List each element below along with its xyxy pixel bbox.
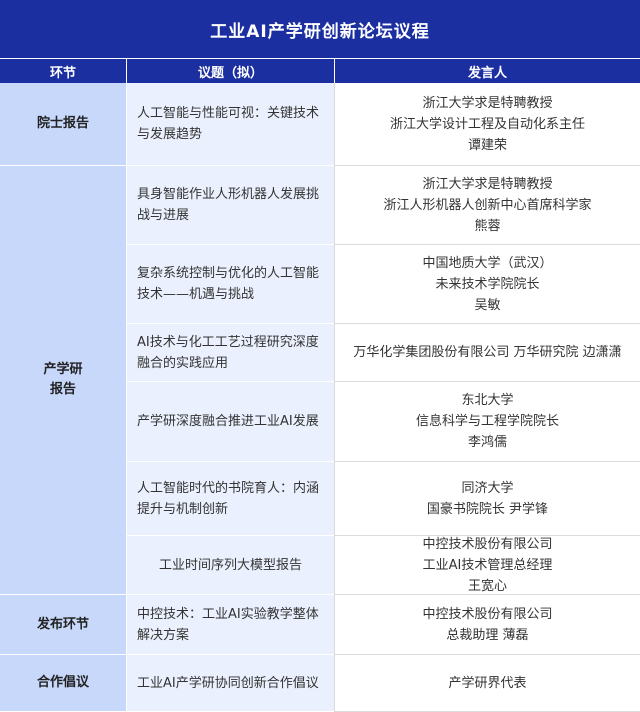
speaker-line: 王宽心 xyxy=(467,578,507,594)
topic-cell: 复杂系统控制与优化的人工智能技术——机遇与挑战 xyxy=(126,245,334,324)
speaker-line: 万华化学集团股份有限公司 万华研究院 边潇潇 xyxy=(353,345,622,360)
speaker-cell: 中控技术股份有限公司 工业AI技术管理总经理 王宽心 xyxy=(334,536,640,595)
agenda-table: 院士报告 产学研 报告 发布环节 合作倡议 人工智能与性能可视：关键技术与发展趋… xyxy=(0,83,640,712)
speaker-line: 同济大学 xyxy=(461,480,514,496)
topic-cell: 工业AI产学研协同创新合作倡议 xyxy=(126,655,334,712)
speaker-line: 谭建荣 xyxy=(467,137,507,153)
stage-academician-report: 院士报告 xyxy=(0,83,126,166)
speaker-cell: 中国地质大学（武汉） 未来技术学院院长 吴敏 xyxy=(334,245,640,324)
header-topic: 议题（拟） xyxy=(126,59,334,83)
speaker-line: 浙江人形机器人创新中心首席科学家 xyxy=(383,197,592,213)
speaker-line: 东北大学 xyxy=(461,393,514,408)
topic-cell: 工业时间序列大模型报告 xyxy=(126,536,334,595)
header-speaker: 发言人 xyxy=(334,59,640,83)
speaker-cell: 产学研界代表 xyxy=(334,655,640,712)
topic-cell: 人工智能与性能可视：关键技术与发展趋势 xyxy=(126,83,334,166)
speaker-cell: 浙江大学求是特聘教授 浙江大学设计工程及自动化系主任 谭建荣 xyxy=(334,83,640,166)
speaker-line: 李鸿儒 xyxy=(467,435,507,450)
speaker-line: 产学研界代表 xyxy=(448,675,527,691)
speaker-cell: 中控技术股份有限公司 总裁助理 薄磊 xyxy=(334,595,640,655)
speaker-line: 总裁助理 薄磊 xyxy=(446,627,529,643)
speaker-cell: 东北大学 信息科学与工程学院院长 李鸿儒 xyxy=(334,382,640,462)
speaker-line: 国豪书院院长 尹学锋 xyxy=(426,501,549,517)
speaker-line: 熊蓉 xyxy=(474,218,501,234)
speaker-line: 中控技术股份有限公司 xyxy=(422,606,553,622)
topic-cell: 人工智能时代的书院育人：内涵提升与机制创新 xyxy=(126,462,334,536)
stage-release: 发布环节 xyxy=(0,595,126,655)
page-title-bar: 工业AI产学研创新论坛议程 xyxy=(0,0,640,58)
stage-label: 院士报告 xyxy=(36,116,89,131)
speaker-column: 浙江大学求是特聘教授 浙江大学设计工程及自动化系主任 谭建荣 浙江大学求是特聘教… xyxy=(334,83,640,712)
topic-cell: 具身智能作业人形机器人发展挑战与进展 xyxy=(126,166,334,245)
stage-label: 产学研 xyxy=(43,362,83,377)
speaker-line: 工业AI技术管理总经理 xyxy=(422,557,553,573)
speaker-line: 未来技术学院院长 xyxy=(435,276,540,292)
speaker-line: 浙江大学设计工程及自动化系主任 xyxy=(389,116,585,132)
stage-industry-report: 产学研 报告 xyxy=(0,166,126,595)
stage-cooperation: 合作倡议 xyxy=(0,655,126,712)
stage-label: 报告 xyxy=(49,382,76,397)
speaker-line: 中国地质大学（武汉） xyxy=(422,255,553,271)
stage-label: 合作倡议 xyxy=(36,675,89,690)
topic-column: 人工智能与性能可视：关键技术与发展趋势 具身智能作业人形机器人发展挑战与进展 复… xyxy=(126,83,334,712)
speaker-line: 中控技术股份有限公司 xyxy=(422,536,553,552)
speaker-line: 浙江大学求是特聘教授 xyxy=(422,95,553,111)
header-stage: 环节 xyxy=(49,65,76,81)
speaker-cell: 浙江大学求是特聘教授 浙江人形机器人创新中心首席科学家 熊蓉 xyxy=(334,166,640,245)
stage-column: 院士报告 产学研 报告 发布环节 合作倡议 xyxy=(0,83,126,712)
topic-cell: 中控技术：工业AI实验教学整体解决方案 xyxy=(126,595,334,655)
speaker-cell: 同济大学 国豪书院院长 尹学锋 xyxy=(334,462,640,536)
speaker-cell: 万华化学集团股份有限公司 万华研究院 边潇潇 xyxy=(334,324,640,382)
speaker-line: 吴敏 xyxy=(474,297,501,313)
speaker-line: 信息科学与工程学院院长 xyxy=(415,414,559,429)
stage-label: 发布环节 xyxy=(36,616,89,632)
speaker-line: 浙江大学求是特聘教授 xyxy=(422,176,553,192)
topic-cell: AI技术与化工工艺过程研究深度融合的实践应用 xyxy=(126,324,334,382)
table-header: 环节 议题（拟） 发言人 xyxy=(0,58,640,83)
page-title: 工业AI产学研创新论坛议程 xyxy=(210,21,430,42)
topic-cell: 产学研深度融合推进工业AI发展 xyxy=(126,382,334,462)
